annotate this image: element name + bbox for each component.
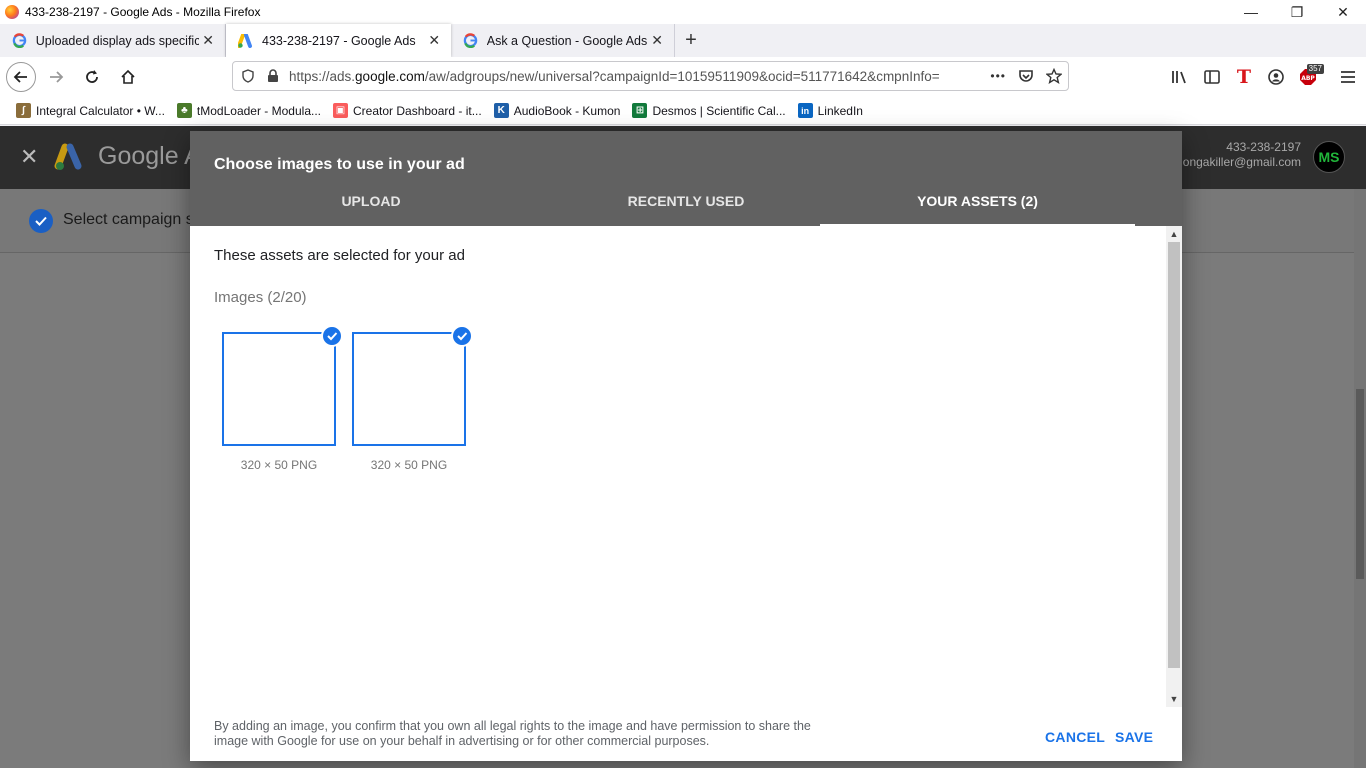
close-window-button[interactable]: ✕ — [1320, 0, 1366, 24]
scrollbar-thumb[interactable] — [1168, 242, 1180, 668]
bookmark-desmos[interactable]: ⊞ Desmos | Scientific Cal... — [626, 99, 791, 123]
close-tab-icon[interactable]: ✕ — [199, 32, 217, 49]
lock-icon[interactable] — [267, 69, 279, 83]
itch-icon: ▣ — [333, 103, 348, 118]
account-number: 433-238-2197 — [1226, 140, 1301, 154]
asset-tile[interactable]: 320 × 50 PNG — [222, 325, 343, 472]
shield-icon[interactable] — [241, 69, 255, 83]
linkedin-icon: in — [797, 103, 813, 118]
bookmark-linkedin[interactable]: in LinkedIn — [792, 99, 869, 123]
restore-button[interactable]: ❐ — [1274, 0, 1320, 24]
tab-ask-a-question[interactable]: Ask a Question - Google Ads C ✕ — [451, 24, 675, 57]
tab-google-ads[interactable]: 433-238-2197 - Google Ads ✕ — [226, 24, 451, 57]
asset-tile[interactable]: 320 × 50 PNG — [352, 325, 473, 472]
selected-check-icon[interactable] — [321, 325, 343, 347]
url-text[interactable]: https://ads.google.com/aw/adgroups/new/u… — [289, 69, 979, 84]
bookmark-integral-calculator[interactable]: ∫ Integral Calculator • W... — [10, 99, 171, 123]
legal-notice: By adding an image, you confirm that you… — [214, 719, 811, 748]
bookmark-label: Integral Calculator • W... — [36, 103, 165, 118]
bookmarks-toolbar: ∫ Integral Calculator • W... ♣ tModLoade… — [0, 97, 1366, 125]
google-g-icon — [12, 33, 28, 49]
bookmark-label: Creator Dashboard - it... — [353, 103, 482, 118]
url-prefix: https://ads. — [289, 68, 356, 84]
dialog-title: Choose images to use in your ad — [214, 156, 465, 173]
bookmark-audiobook-kumon[interactable]: K AudioBook - Kumon — [488, 99, 627, 123]
tab-strip: Uploaded display ads specificat ✕ 433-23… — [0, 24, 1366, 57]
scroll-up-icon[interactable]: ▲ — [1166, 226, 1182, 242]
asset-caption: 320 × 50 PNG — [240, 458, 318, 472]
selected-check-icon[interactable] — [451, 325, 473, 347]
scroll-down-icon[interactable]: ▼ — [1166, 691, 1182, 707]
bookmark-tmodloader[interactable]: ♣ tModLoader - Modula... — [171, 99, 327, 123]
page-actions-button[interactable]: ••• — [990, 69, 1006, 83]
url-host: google.com — [355, 68, 425, 84]
desmos-icon: ⊞ — [632, 103, 648, 118]
library-icon[interactable] — [1164, 61, 1196, 93]
bookmark-label: LinkedIn — [817, 103, 863, 118]
account-icon[interactable] — [1260, 61, 1292, 93]
bookmark-label: tModLoader - Modula... — [196, 103, 321, 118]
images-count: Images (2/20) — [214, 289, 307, 306]
adblock-count-badge: 357 — [1306, 64, 1324, 74]
account-email: ongakiller@gmail.com — [1182, 155, 1301, 169]
reload-icon[interactable] — [76, 61, 108, 93]
integral-icon: ∫ — [16, 103, 31, 118]
account-info[interactable]: 433-238-2197 ongakiller@gmail.com — [1183, 140, 1301, 170]
bookmark-label: AudioBook - Kumon — [513, 103, 621, 118]
bookmark-star-icon[interactable] — [1046, 68, 1062, 84]
address-bar[interactable]: https://ads.google.com/aw/adgroups/new/u… — [232, 61, 1069, 91]
close-tab-icon[interactable]: ✕ — [425, 32, 443, 49]
choose-images-dialog: Choose images to use in your ad UPLOAD R… — [190, 131, 1182, 761]
tab-your-assets[interactable]: YOUR ASSETS (2) — [820, 186, 1135, 226]
asset-thumbnail[interactable] — [222, 332, 336, 446]
tab-recently-used[interactable]: RECENTLY USED — [552, 186, 820, 226]
step-label: Select campaign se — [63, 211, 203, 228]
home-icon[interactable] — [112, 61, 144, 93]
tab-label: 433-238-2197 - Google Ads — [262, 33, 416, 48]
new-tab-button[interactable]: + — [675, 24, 707, 57]
tab-uploaded-display-ads[interactable]: Uploaded display ads specificat ✕ — [0, 24, 226, 57]
google-ads-title: Google A — [98, 142, 201, 170]
tree-icon: ♣ — [176, 103, 192, 118]
dialog-body: These assets are selected for your ad Im… — [190, 226, 1166, 706]
dialog-header: Choose images to use in your ad UPLOAD R… — [190, 131, 1182, 226]
firefox-icon — [5, 5, 19, 19]
svg-text:ABP: ABP — [1301, 75, 1315, 82]
sidebar-icon[interactable] — [1196, 61, 1228, 93]
asset-thumbnail[interactable] — [352, 332, 466, 446]
dialog-tabs: UPLOAD RECENTLY USED YOUR ASSETS (2) — [190, 186, 1182, 226]
page-scrollbar[interactable] — [1354, 189, 1366, 768]
t-extension-icon[interactable]: T — [1228, 61, 1260, 93]
forward-arrow-icon[interactable] — [40, 61, 72, 93]
dialog-scrollbar[interactable]: ▲ ▼ — [1166, 226, 1182, 707]
bookmark-label: Desmos | Scientific Cal... — [652, 103, 786, 118]
tab-upload[interactable]: UPLOAD — [190, 186, 552, 226]
window-title: 433-238-2197 - Google Ads - Mozilla Fire… — [25, 5, 261, 19]
window-title-bar: 433-238-2197 - Google Ads - Mozilla Fire… — [0, 0, 1366, 24]
asset-caption: 320 × 50 PNG — [370, 458, 448, 472]
google-g-icon — [463, 33, 479, 49]
minimize-button[interactable]: — — [1228, 0, 1274, 24]
pocket-icon[interactable] — [1018, 68, 1034, 84]
save-button[interactable]: SAVE — [1115, 729, 1153, 745]
tab-label: Ask a Question - Google Ads C — [486, 33, 649, 48]
selected-assets-heading: These assets are selected for your ad — [214, 247, 465, 264]
close-tab-icon[interactable]: ✕ — [648, 32, 666, 49]
navigation-bar: https://ads.google.com/aw/adgroups/new/u… — [0, 57, 1366, 97]
hamburger-menu-icon[interactable] — [1332, 61, 1364, 93]
back-arrow-icon[interactable] — [6, 62, 36, 92]
tab-label: Uploaded display ads specificat — [35, 33, 200, 48]
adblock-plus-icon[interactable]: ABP 357 — [1292, 61, 1324, 93]
close-icon[interactable]: ✕ — [20, 144, 38, 170]
url-path: /aw/adgroups/new/universal?campaignId=10… — [424, 68, 940, 84]
avatar[interactable]: MS — [1313, 141, 1345, 173]
dialog-footer: By adding an image, you confirm that you… — [190, 707, 1182, 761]
cancel-button[interactable]: CANCEL — [1045, 729, 1105, 745]
bookmark-creator-dashboard[interactable]: ▣ Creator Dashboard - it... — [327, 99, 488, 123]
google-ads-icon — [238, 33, 254, 49]
kumon-icon: K — [493, 103, 509, 118]
google-ads-logo-icon — [54, 143, 82, 170]
checkmark-icon — [29, 209, 53, 233]
